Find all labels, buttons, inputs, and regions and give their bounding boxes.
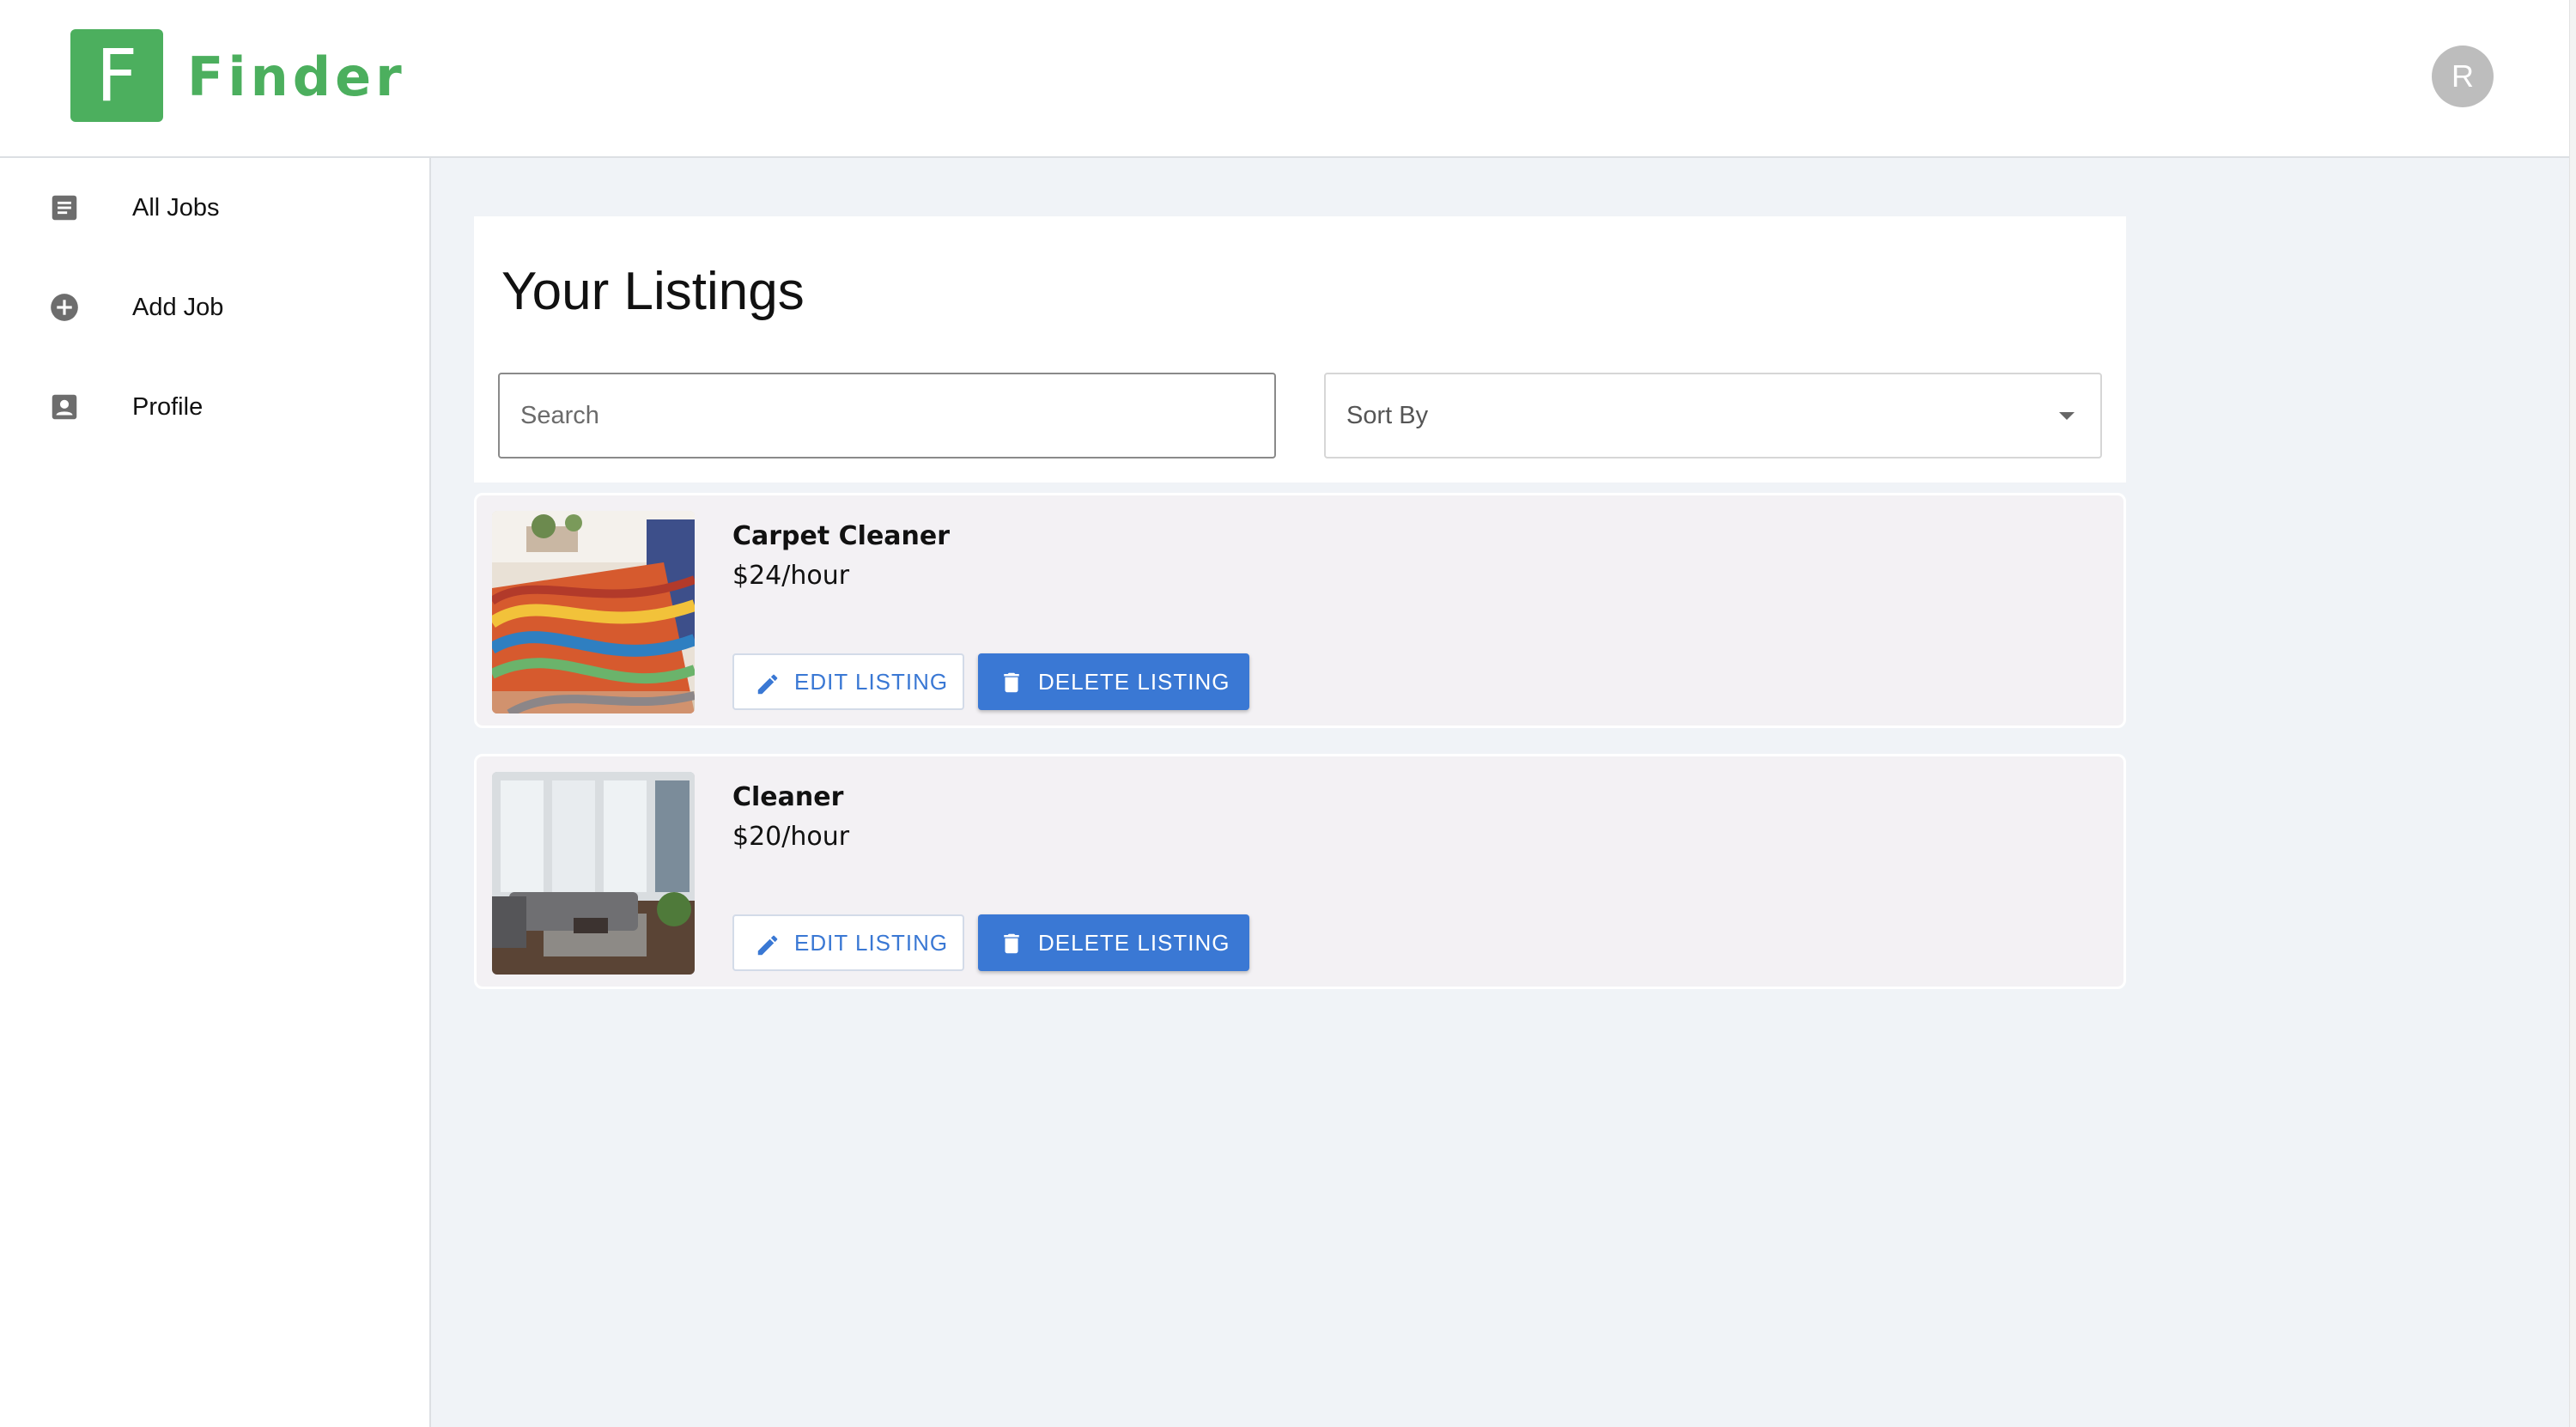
search-input[interactable] xyxy=(498,373,1276,458)
top-app-bar: F Finder R xyxy=(0,0,2569,158)
sidebar-item-label: Add Job xyxy=(132,293,224,321)
sidebar-item-all-jobs[interactable]: All Jobs xyxy=(0,165,429,251)
sidebar-item-profile[interactable]: Profile xyxy=(0,364,429,450)
listing-title: Carpet Cleaner xyxy=(732,521,951,551)
logo-icon[interactable]: F xyxy=(70,29,163,122)
trash-icon xyxy=(1004,672,1019,693)
listing-image xyxy=(492,511,695,714)
sort-by-select[interactable]: Sort By xyxy=(1324,373,2102,458)
listing-image xyxy=(492,772,695,975)
edit-listing-label: EDIT LISTING xyxy=(794,668,949,695)
avatar[interactable]: R xyxy=(2432,46,2494,107)
list-document-icon xyxy=(52,195,77,221)
sort-by-label: Sort By xyxy=(1346,401,1429,429)
listing-price: $24/hour xyxy=(732,561,850,591)
pencil-icon xyxy=(757,674,778,695)
listing-card: Carpet Cleaner $24/hour EDIT LISTING DEL… xyxy=(474,493,2126,728)
profile-badge-icon xyxy=(52,394,77,420)
page-title: Your Listings xyxy=(501,262,805,321)
delete-listing-button[interactable]: DELETE LISTING xyxy=(978,914,1249,971)
delete-listing-label: DELETE LISTING xyxy=(1038,929,1230,956)
sidebar: All Jobs Add Job Profile xyxy=(0,158,431,1427)
sidebar-item-label: All Jobs xyxy=(132,193,220,222)
edit-listing-button[interactable]: EDIT LISTING xyxy=(732,914,964,971)
delete-listing-label: DELETE LISTING xyxy=(1038,668,1230,695)
trash-icon xyxy=(1004,933,1019,954)
chevron-down-icon xyxy=(2059,412,2075,420)
listing-card: Cleaner $20/hour EDIT LISTING DELETE LIS… xyxy=(474,754,2126,989)
listing-price: $20/hour xyxy=(732,822,850,852)
add-circle-icon xyxy=(51,294,78,321)
delete-listing-button[interactable]: DELETE LISTING xyxy=(978,653,1249,710)
edit-listing-button[interactable]: EDIT LISTING xyxy=(732,653,964,710)
listing-title: Cleaner xyxy=(732,782,844,812)
sidebar-item-add-job[interactable]: Add Job xyxy=(0,264,429,350)
edit-listing-label: EDIT LISTING xyxy=(794,929,949,956)
pencil-icon xyxy=(757,935,778,956)
app-name[interactable]: Finder xyxy=(187,43,406,112)
window-scrollbar[interactable] xyxy=(2569,0,2576,1427)
sidebar-item-label: Profile xyxy=(132,392,204,421)
